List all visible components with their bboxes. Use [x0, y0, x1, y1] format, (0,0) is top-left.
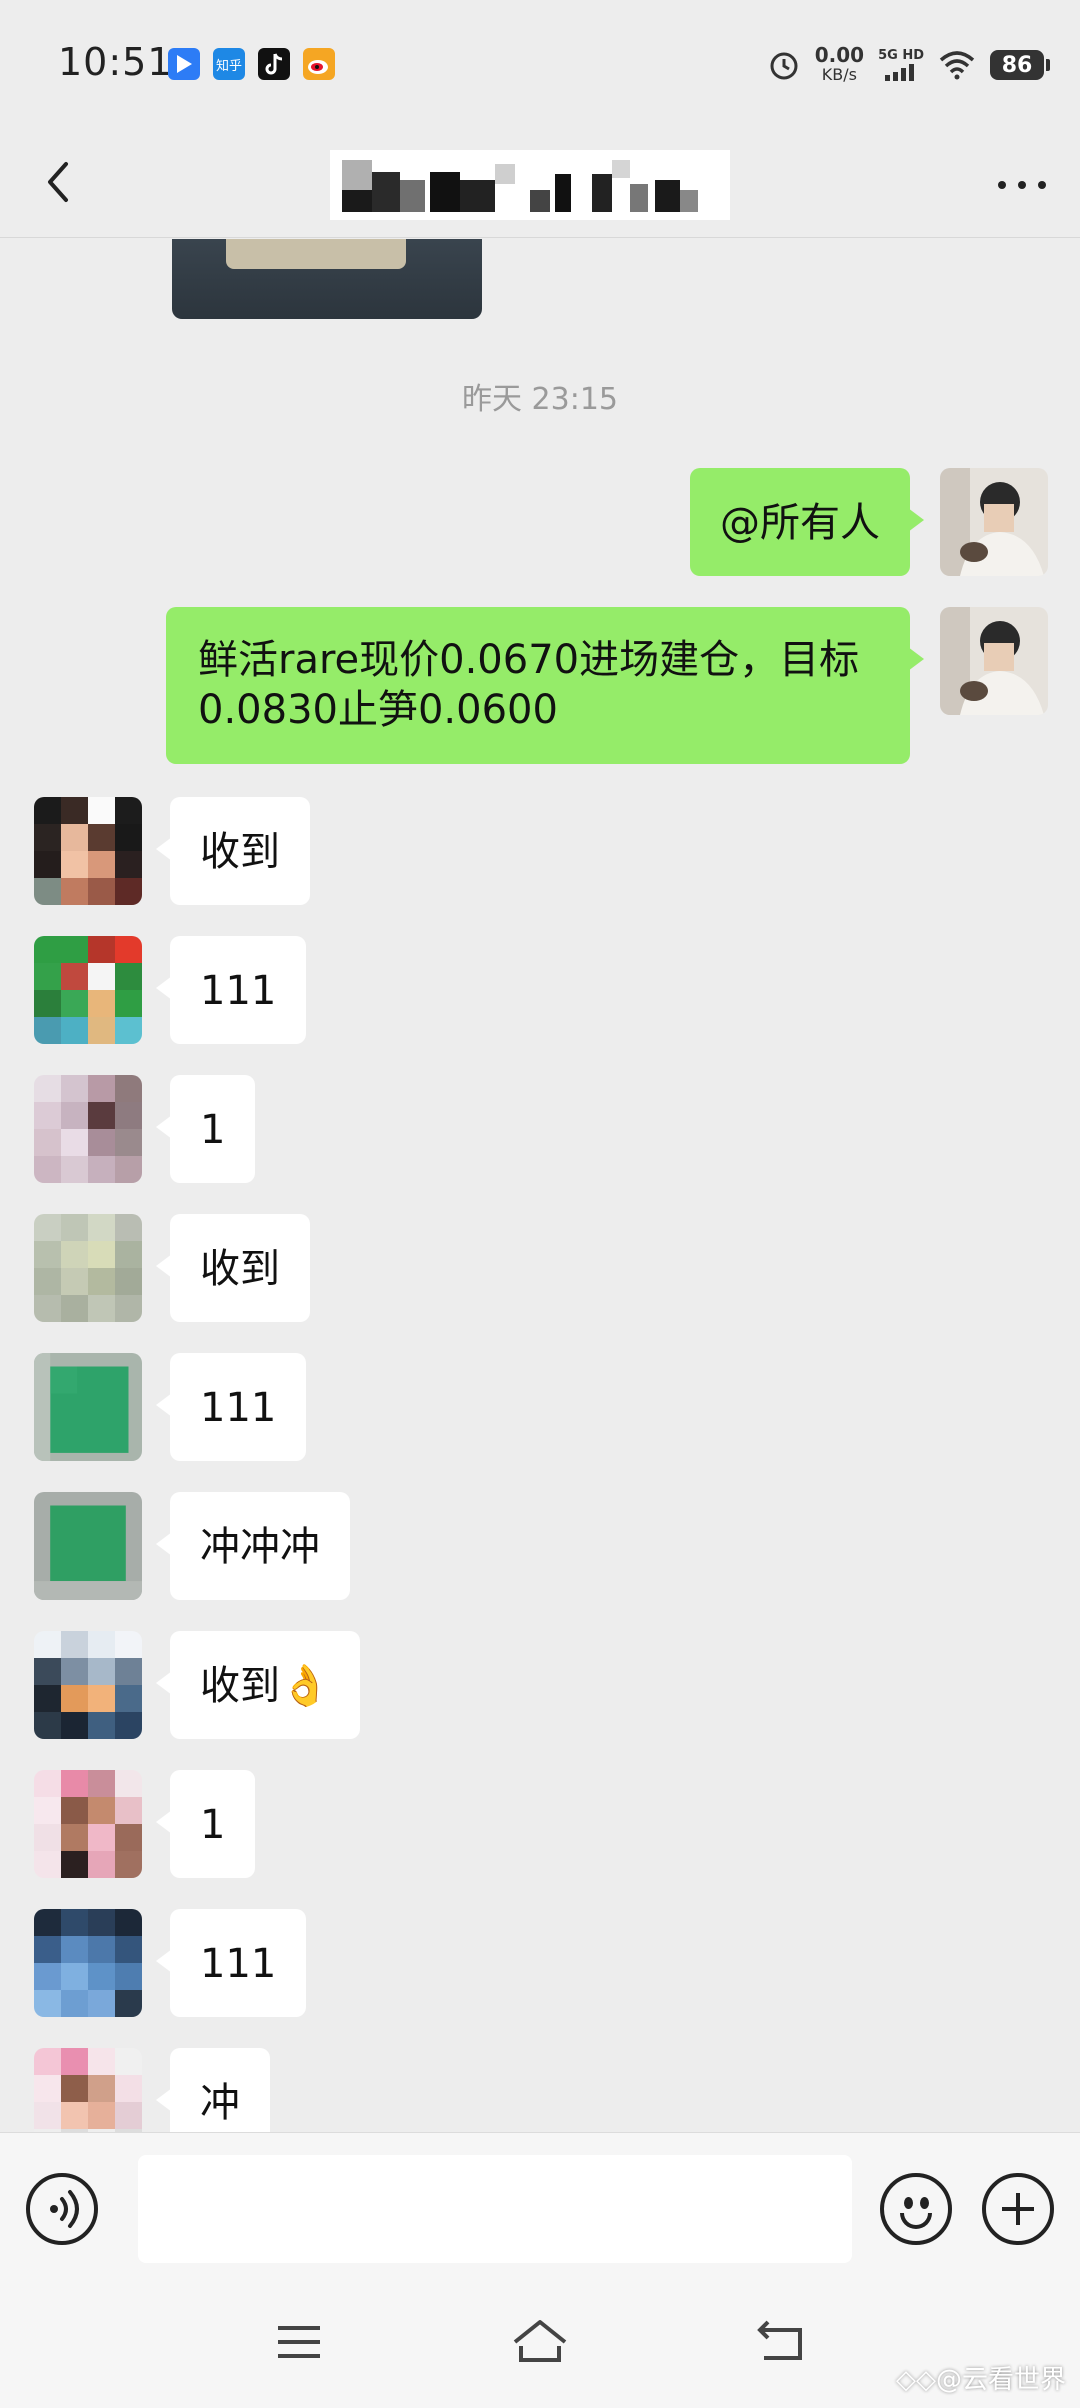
reply-bubble[interactable]: 1: [155, 1075, 256, 1183]
zhihu-icon: 知乎: [213, 48, 245, 80]
message-text: 1: [200, 1107, 226, 1153]
back-nav-button[interactable]: [746, 2312, 816, 2372]
reply-bubble[interactable]: 冲冲冲: [156, 1492, 350, 1600]
status-right: 0.00 KB/s 5G HD 86: [767, 40, 1050, 90]
emoji-button[interactable]: [880, 2173, 952, 2245]
menu-icon: [278, 2326, 320, 2358]
member-avatar[interactable]: [34, 1214, 142, 1322]
chevron-left-icon: [48, 162, 68, 202]
net-speed: 0.00 KB/s: [815, 45, 864, 85]
my-message-bubble[interactable]: 鲜活rare现价0.0670进场建仓，目标0.0830止笋0.0600: [166, 607, 924, 764]
message-text: 111: [200, 968, 277, 1014]
reply-bubble[interactable]: 冲: [156, 2048, 270, 2132]
emoji-icon-eye: [904, 2197, 913, 2209]
message-text: 收到👌: [200, 1663, 330, 1709]
home-button[interactable]: [505, 2312, 575, 2372]
status-bar: 10:51 知乎 0.00 KB/s 5G HD 86: [0, 0, 1080, 130]
voice-input-button[interactable]: [26, 2173, 98, 2245]
reply-bubble[interactable]: 111: [155, 1353, 307, 1461]
more-dot-icon: [1018, 181, 1026, 189]
back-button[interactable]: [30, 152, 90, 212]
battery-indicator: 86: [990, 50, 1050, 80]
net-speed-unit: KB/s: [821, 65, 857, 84]
input-bar: [0, 2132, 1080, 2282]
reply-bubble[interactable]: 收到: [156, 797, 310, 905]
home-icon: [513, 2320, 567, 2362]
menu-button[interactable]: [264, 2312, 334, 2372]
reply-bubble[interactable]: 1: [155, 1770, 256, 1878]
my-avatar[interactable]: [940, 468, 1048, 576]
message-text: 111: [200, 1385, 277, 1431]
message-list[interactable]: 昨天 23:15 @所有人 鲜活rare现价0.0670进场建仓，目标0.083…: [0, 239, 1080, 2132]
message-text: @所有人: [720, 500, 880, 546]
message-text: 111: [200, 1941, 277, 1987]
alarm-icon: [770, 52, 798, 80]
message-text: 鲜活rare现价0.0670进场建仓，目标0.0830止笋0.0600: [198, 637, 860, 733]
member-avatar[interactable]: [34, 1631, 142, 1739]
network-label: 5G HD: [878, 48, 924, 63]
reply-bubble[interactable]: 111: [155, 1909, 307, 2017]
emoji-icon-mouth: [900, 2213, 932, 2229]
message-text: 冲冲冲: [200, 1524, 320, 1570]
message-timestamp: 昨天 23:15: [462, 382, 618, 417]
my-message-bubble[interactable]: @所有人: [690, 468, 924, 576]
more-options-button[interactable]: [992, 160, 1052, 210]
return-icon: [757, 2320, 802, 2360]
feishu-icon: [168, 48, 200, 80]
member-avatar[interactable]: [34, 936, 142, 1044]
message-text: 收到: [200, 829, 280, 875]
more-dot-icon: [1038, 181, 1046, 189]
member-avatar[interactable]: [34, 1909, 142, 2017]
emoji-icon-eye: [920, 2197, 929, 2209]
status-time: 10:51: [58, 40, 173, 84]
watermark: ◇◇@云看世界: [896, 2365, 1066, 2395]
voice-icon: [50, 2190, 79, 2228]
member-avatar[interactable]: [34, 1353, 142, 1461]
system-navigation-bar: ◇◇@云看世界: [0, 2282, 1080, 2408]
chat-header: [0, 130, 1080, 238]
member-avatar[interactable]: [34, 797, 142, 905]
member-avatar[interactable]: [34, 1075, 142, 1183]
wifi-icon: [939, 51, 975, 80]
reply-bubble[interactable]: 111: [155, 936, 307, 1044]
message-input[interactable]: [138, 2155, 852, 2263]
member-avatar[interactable]: [34, 2048, 142, 2132]
message-text: 1: [200, 1802, 226, 1848]
member-avatar[interactable]: [34, 1492, 142, 1600]
signal-icon: [885, 64, 915, 81]
cellular-signal: 5G HD: [878, 49, 924, 81]
my-avatar[interactable]: [940, 607, 1048, 715]
member-avatar[interactable]: [34, 1770, 142, 1878]
previous-image-message[interactable]: [172, 239, 482, 319]
more-functions-button[interactable]: [982, 2173, 1054, 2245]
message-text: 收到: [200, 1246, 280, 1292]
reply-bubble[interactable]: 收到: [156, 1214, 310, 1322]
chat-title-redacted: [330, 150, 730, 220]
more-dot-icon: [998, 181, 1006, 189]
message-text: 冲: [200, 2080, 240, 2126]
reply-bubble[interactable]: 收到👌: [156, 1631, 360, 1739]
zhihu-icon-text: 知乎: [215, 58, 242, 74]
weibo-icon: [303, 48, 335, 80]
net-speed-value: 0.00: [814, 43, 865, 67]
tiktok-icon: [258, 48, 290, 80]
